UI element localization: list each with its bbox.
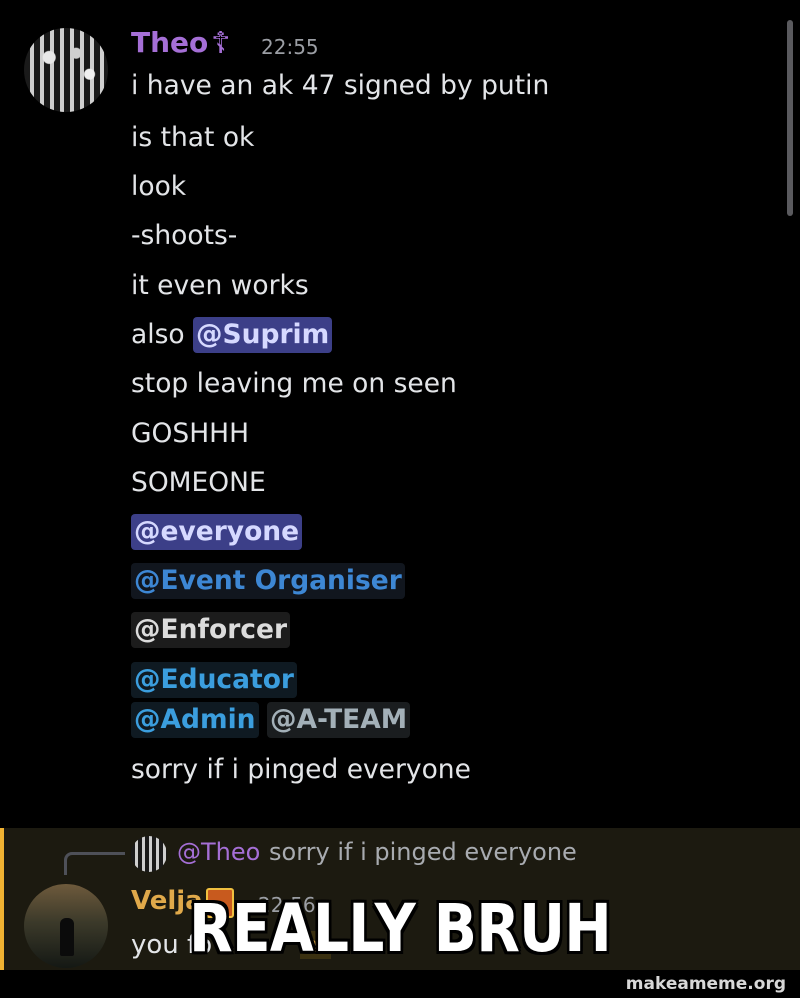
mention-role-admin[interactable]: @Admin	[131, 702, 259, 738]
message-text: i have an ak 47 signed by putin	[131, 70, 550, 101]
message-text: look	[131, 171, 187, 202]
mention-role-event-organiser[interactable]: @Event Organiser	[131, 563, 405, 599]
message-text: sorry if i pinged everyone	[131, 754, 471, 785]
message-mention: @Event Organiser	[131, 563, 405, 599]
message-text: stop leaving me on seen	[131, 368, 457, 399]
message-mention: @everyone	[131, 514, 303, 550]
mention-role-a-team[interactable]: @A-TEAM	[266, 702, 411, 738]
message-text: it even works	[131, 270, 309, 301]
mention-everyone[interactable]: @everyone	[131, 514, 303, 550]
message-mention: @Educator	[131, 662, 297, 698]
message-with-mention: also @Suprim	[131, 317, 333, 353]
message-text: GOSHHH	[131, 418, 249, 449]
watermark: makeameme.org	[625, 974, 786, 994]
username-theo[interactable]: Theo	[131, 26, 208, 59]
mention-role-enforcer[interactable]: @Enforcer	[131, 612, 291, 648]
mention-suprim[interactable]: @Suprim	[193, 317, 333, 353]
message-text: also	[131, 319, 194, 350]
mention-highlight-bar	[0, 828, 4, 970]
reply-mention[interactable]: @Theo	[177, 838, 260, 866]
reply-connector	[64, 852, 125, 875]
message-mention: @Enforcer	[131, 612, 291, 648]
message-mention: @Admin @A-TEAM	[131, 702, 411, 738]
message-text: is that ok	[131, 122, 255, 153]
orthodox-cross-icon: ☦	[211, 26, 231, 61]
message-timestamp: 22:55	[261, 35, 319, 59]
message-text: SOMEONE	[131, 467, 266, 498]
avatar-theo[interactable]	[24, 28, 108, 112]
message-text: -shoots-	[131, 220, 238, 251]
mention-role-educator[interactable]: @Educator	[131, 662, 297, 698]
scrollbar[interactable]	[787, 20, 793, 216]
reply-preview-text[interactable]: sorry if i pinged everyone	[269, 838, 577, 866]
reply-avatar-theo[interactable]	[131, 836, 167, 872]
meme-caption: REALLY BRUH	[189, 890, 612, 967]
